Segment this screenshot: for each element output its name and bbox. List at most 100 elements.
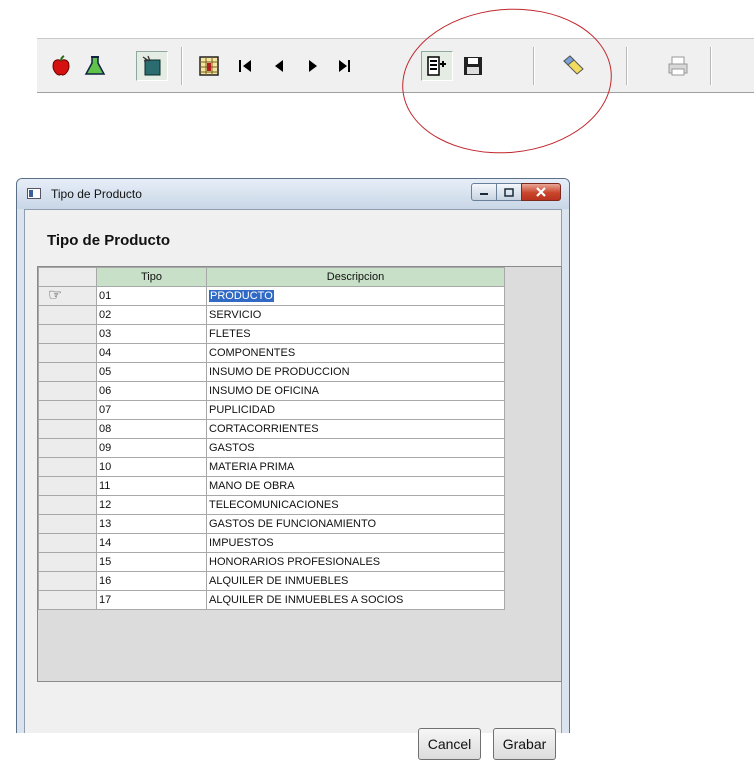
row-indicator[interactable] (38, 571, 97, 591)
cell-descripcion[interactable]: INSUMO DE OFICINA (206, 381, 505, 401)
cell-tipo[interactable]: 10 (96, 457, 207, 477)
cell-tipo[interactable]: 14 (96, 533, 207, 553)
cell-tipo[interactable]: 06 (96, 381, 207, 401)
cell-tipo[interactable]: 12 (96, 495, 207, 515)
toolbar (37, 38, 754, 93)
grid-filter-icon[interactable] (193, 51, 225, 81)
tipo-de-producto-window: Tipo de Producto Tipo de Producto Tipo D (16, 178, 570, 760)
table-row[interactable]: 08 CORTACORRIENTES (38, 419, 505, 439)
toolbar-separator (710, 47, 711, 85)
row-indicator[interactable] (38, 381, 97, 401)
data-table: Tipo Descripcion ☞ 01 PRODUCTO 02 SERVICI… (38, 267, 505, 610)
header-row: Tipo Descripcion (38, 267, 505, 287)
row-indicator[interactable] (38, 552, 97, 572)
cell-descripcion[interactable]: GASTOS DE FUNCIONAMIENTO (206, 514, 505, 534)
cell-tipo[interactable]: 09 (96, 438, 207, 458)
column-header-descripcion[interactable]: Descripcion (206, 267, 505, 287)
table-row[interactable]: 13 GASTOS DE FUNCIONAMIENTO (38, 514, 505, 534)
title-bar[interactable]: Tipo de Producto (17, 179, 569, 209)
row-indicator[interactable] (38, 476, 97, 496)
table-row[interactable]: 06 INSUMO DE OFICINA (38, 381, 505, 401)
cell-descripcion[interactable]: PUPLICIDAD (206, 400, 505, 420)
last-record-icon[interactable] (328, 51, 360, 81)
minimize-icon[interactable] (471, 183, 497, 201)
row-indicator[interactable] (38, 362, 97, 382)
cell-descripcion[interactable]: ALQUILER DE INMUEBLES (206, 571, 505, 591)
form-heading: Tipo de Producto (47, 232, 171, 249)
save-icon[interactable] (457, 51, 489, 81)
flask-icon[interactable] (79, 51, 111, 81)
cell-tipo[interactable]: 04 (96, 343, 207, 363)
cell-descripcion[interactable]: MATERIA PRIMA (206, 457, 505, 477)
cell-descripcion[interactable]: GASTOS (206, 438, 505, 458)
first-record-icon[interactable] (230, 51, 262, 81)
close-icon[interactable] (521, 183, 561, 201)
table-row[interactable]: 04 COMPONENTES (38, 343, 505, 363)
column-header-tipo[interactable]: Tipo (96, 267, 207, 287)
tipo-producto-grid[interactable]: Tipo Descripcion ☞ 01 PRODUCTO 02 SERVICI… (37, 266, 562, 682)
cell-descripcion[interactable]: PRODUCTO (206, 286, 505, 306)
table-row[interactable]: 15 HONORARIOS PROFESIONALES (38, 552, 505, 572)
form-view-icon[interactable] (421, 51, 453, 81)
next-record-icon[interactable] (297, 51, 329, 81)
eraser-icon[interactable] (557, 51, 589, 81)
table-row[interactable]: 14 IMPUESTOS (38, 533, 505, 553)
cell-tipo[interactable]: 16 (96, 571, 207, 591)
table-row[interactable]: 10 MATERIA PRIMA (38, 457, 505, 477)
cell-descripcion[interactable]: IMPUESTOS (206, 533, 505, 553)
cell-descripcion[interactable]: INSUMO DE PRODUCCION (206, 362, 505, 382)
table-row[interactable]: 12 TELECOMUNICACIONES (38, 495, 505, 515)
cell-tipo[interactable]: 03 (96, 324, 207, 344)
cell-descripcion[interactable]: ALQUILER DE INMUEBLES A SOCIOS (206, 590, 505, 610)
cell-descripcion[interactable]: CORTACORRIENTES (206, 419, 505, 439)
row-header-corner (38, 267, 97, 287)
printer-icon[interactable] (662, 51, 694, 81)
cell-descripcion[interactable]: TELECOMUNICACIONES (206, 495, 505, 515)
table-row[interactable]: ☞ 01 PRODUCTO (38, 286, 505, 306)
row-indicator[interactable] (38, 419, 97, 439)
cell-tipo[interactable]: 11 (96, 476, 207, 496)
row-indicator[interactable] (38, 495, 97, 515)
table-row[interactable]: 05 INSUMO DE PRODUCCION (38, 362, 505, 382)
table-row[interactable]: 17 ALQUILER DE INMUEBLES A SOCIOS (38, 590, 505, 610)
cell-descripcion[interactable]: HONORARIOS PROFESIONALES (206, 552, 505, 572)
row-indicator[interactable] (38, 400, 97, 420)
sweeper-icon[interactable] (136, 51, 168, 81)
cell-tipo[interactable]: 08 (96, 419, 207, 439)
table-row[interactable]: 07 PUPLICIDAD (38, 400, 505, 420)
apple-icon[interactable] (45, 51, 77, 81)
cell-descripcion[interactable]: FLETES (206, 324, 505, 344)
row-indicator[interactable] (38, 324, 97, 344)
selected-cell-text[interactable]: PRODUCTO (209, 290, 274, 302)
row-indicator[interactable] (38, 305, 97, 325)
table-row[interactable]: 02 SERVICIO (38, 305, 505, 325)
cell-tipo[interactable]: 07 (96, 400, 207, 420)
row-indicator[interactable] (38, 438, 97, 458)
row-indicator[interactable] (38, 514, 97, 534)
maximize-icon[interactable] (496, 183, 522, 201)
window-controls (471, 183, 561, 201)
row-indicator[interactable] (38, 533, 97, 553)
table-row[interactable]: 11 MANO DE OBRA (38, 476, 505, 496)
cell-tipo[interactable]: 17 (96, 590, 207, 610)
cell-tipo[interactable]: 01 (96, 286, 207, 306)
window-title: Tipo de Producto (51, 187, 142, 201)
cell-descripcion[interactable]: COMPONENTES (206, 343, 505, 363)
row-indicator[interactable]: ☞ (38, 286, 97, 306)
row-indicator[interactable] (38, 343, 97, 363)
cell-tipo[interactable]: 15 (96, 552, 207, 572)
pointing-hand-icon: ☞ (48, 287, 63, 304)
table-row[interactable]: 16 ALQUILER DE INMUEBLES (38, 571, 505, 591)
row-indicator[interactable] (38, 457, 97, 477)
cell-tipo[interactable]: 13 (96, 514, 207, 534)
cell-descripcion[interactable]: SERVICIO (206, 305, 505, 325)
row-indicator[interactable] (38, 590, 97, 610)
cell-descripcion[interactable]: MANO DE OBRA (206, 476, 505, 496)
cell-tipo[interactable]: 02 (96, 305, 207, 325)
previous-record-icon[interactable] (263, 51, 295, 81)
cell-tipo[interactable]: 05 (96, 362, 207, 382)
toolbar-separator (626, 47, 627, 85)
table-row[interactable]: 03 FLETES (38, 324, 505, 344)
table-row[interactable]: 09 GASTOS (38, 438, 505, 458)
toolbar-separator (533, 47, 534, 85)
